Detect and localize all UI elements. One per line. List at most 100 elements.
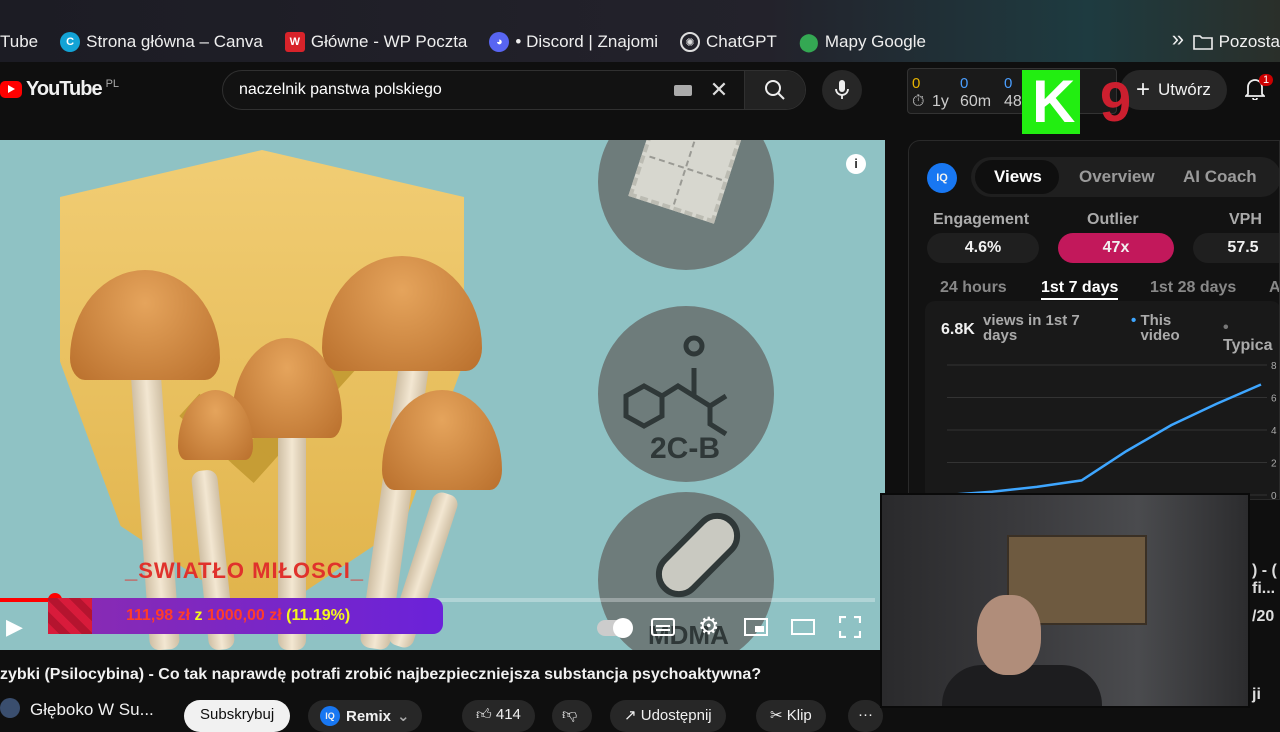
like-button[interactable]: 👍︎ 414 <box>462 700 535 732</box>
clip-button[interactable]: ✂ Klip <box>756 700 826 732</box>
bookmark-youtube[interactable]: Tube <box>0 32 38 52</box>
create-button[interactable]: + Utwórz <box>1120 70 1227 110</box>
tab-overview[interactable]: Overview <box>1079 167 1155 187</box>
like-count: 414 <box>495 706 521 723</box>
tab-views[interactable]: Views <box>994 167 1042 187</box>
stat-count: 0 <box>912 75 921 92</box>
k-logo-letter: K <box>1032 68 1076 135</box>
share-label: Udostępnij <box>640 707 712 724</box>
remix-label: Remix <box>346 707 392 725</box>
mushroom-illustration <box>60 256 520 650</box>
stamp-illustration <box>598 140 774 270</box>
metric-value-vph: 57.5 <box>1193 233 1279 263</box>
microphone-icon <box>835 80 849 99</box>
bookmark-canva[interactable]: C Strona główna – Canva <box>60 32 263 52</box>
clock-icon: ⏱ <box>912 93 925 110</box>
video-player[interactable]: 2C-B MDMA i _SWIATŁO MIŁOSCI_ 111,98 zł … <box>0 140 885 650</box>
fullscreen-icon[interactable] <box>839 616 861 638</box>
folder-icon <box>1192 35 1213 50</box>
chevron-down-icon: ⌄ <box>397 708 410 725</box>
bookmark-label: • Discord | Znajomi <box>515 32 659 51</box>
subtitles-icon[interactable] <box>651 618 675 636</box>
remix-button[interactable]: IQ Remix ⌄ <box>308 700 422 732</box>
period-1st-7-days[interactable]: 1st 7 days <box>1041 279 1119 300</box>
region-code: PL <box>105 77 120 90</box>
bookmark-discord[interactable]: ◕ • Discord | Znajomi <box>489 32 658 52</box>
stat-time: 1y <box>932 93 949 110</box>
bookmark-label: Mapy Google <box>824 32 926 51</box>
maps-pin-icon: ⬤ <box>798 31 819 52</box>
bookmarks-bar: Tube C Strona główna – Canva W Główne - WP… <box>0 0 1280 62</box>
channel-actions-row: Głęboko W Su... Subskrybuj IQ Remix ⌄ 👍︎… <box>0 698 883 732</box>
sidebar-snippet: ji <box>1252 686 1261 703</box>
chatgpt-icon: ✺ <box>680 32 701 52</box>
notifications-button[interactable]: 1 <box>1243 74 1274 106</box>
share-icon: ↗ <box>624 707 637 724</box>
plus-icon: + <box>1136 76 1151 103</box>
subscribe-button[interactable]: Subskrybuj <box>184 700 291 732</box>
youtube-header: YouTube PL ✕ 0 0 0 ⏱ 1y 60m 48 + Utwórz … <box>0 62 1280 120</box>
y-tick-label: 4 <box>1271 426 1277 437</box>
metric-label-engagement: Engagement <box>933 211 1030 228</box>
clip-label: Klip <box>786 707 812 724</box>
more-actions-button[interactable]: ··· <box>848 700 883 732</box>
tab-ai-coach[interactable]: AI Coach <box>1183 167 1257 187</box>
miniplayer-icon[interactable] <box>744 618 768 636</box>
autoplay-toggle[interactable] <box>597 618 633 638</box>
vidiq-panel: IQ Views Overview AI Coach Engagement Ou… <box>908 140 1280 500</box>
bookmark-chatgpt[interactable]: ✺ ChatGPT <box>680 32 777 52</box>
metric-value-outlier: 47x <box>1058 233 1174 263</box>
vidiq-icon: IQ <box>320 706 340 726</box>
search-button[interactable] <box>744 71 805 109</box>
sidebar-snippet: /20 <box>1252 608 1275 625</box>
theater-mode-icon[interactable] <box>791 618 815 636</box>
create-label: Utwórz <box>1158 80 1211 99</box>
channel-name[interactable]: Głęboko W Su... <box>30 700 154 720</box>
canva-icon: C <box>60 32 81 52</box>
bookmark-maps[interactable]: ⬤ Mapy Google <box>799 32 926 52</box>
period-24-hours[interactable]: 24 hours <box>940 279 1007 297</box>
bookmark-wp[interactable]: W Główne - WP Poczta <box>284 32 467 52</box>
logo-text: YouTube <box>26 78 103 100</box>
youtube-logo[interactable]: YouTube PL <box>0 78 119 101</box>
stat-time: 60m <box>960 93 992 110</box>
metric-label-outlier: Outlier <box>1087 211 1139 228</box>
dislike-button[interactable]: 👎︎ <box>552 700 592 732</box>
webcam-overlay <box>880 493 1250 708</box>
settings-gear-icon[interactable]: ⚙ <box>698 612 720 641</box>
stat-count: 0 <box>1004 75 1013 92</box>
molecule-illustration: 2C-B <box>598 306 774 482</box>
extension-stats[interactable]: 0 0 0 ⏱ 1y 60m 48 <box>907 68 1117 114</box>
youtube-play-icon <box>0 81 22 98</box>
player-controls: ▶ ⚙ <box>0 610 885 650</box>
share-button[interactable]: ↗ Udostępnij <box>610 700 726 732</box>
vidiq-tabs: Views Overview AI Coach <box>971 157 1279 197</box>
stat-time: 48 <box>1004 93 1022 110</box>
search-input[interactable] <box>223 81 675 99</box>
y-tick-label: 2 <box>1271 459 1277 470</box>
vidiq-logo: IQ <box>927 163 957 193</box>
bookmark-label: ChatGPT <box>706 32 777 51</box>
folder-label: Pozosta <box>1218 32 1280 51</box>
voice-search-button[interactable] <box>822 70 862 110</box>
metric-label-vph: VPH <box>1229 211 1262 228</box>
clear-icon[interactable]: ✕ <box>710 77 728 103</box>
y-tick-label: 0 <box>1271 491 1277 500</box>
scissors-icon: ✂ <box>770 707 783 724</box>
more-bookmarks-icon[interactable]: » <box>1172 26 1184 52</box>
play-icon[interactable]: ▶ <box>6 614 23 640</box>
info-icon[interactable]: i <box>846 154 866 174</box>
k-logo-overlay: K <box>1022 70 1080 134</box>
keyboard-icon[interactable] <box>674 84 692 96</box>
channel-avatar[interactable] <box>0 698 20 718</box>
views-line-chart: 864207D <box>946 361 1277 500</box>
period-more[interactable]: A <box>1269 279 1279 297</box>
thumbs-up-icon: 👍︎ <box>476 706 492 723</box>
views-chart-card: 6.8K views in 1st 7 days • This video • … <box>925 301 1279 500</box>
period-1st-28-days[interactable]: 1st 28 days <box>1150 279 1236 297</box>
stream-overlay-title: _SWIATŁO MIŁOSCI_ <box>125 558 365 583</box>
bookmark-folder[interactable]: Pozosta <box>1192 32 1280 52</box>
bookmark-label: Strona główna – Canva <box>86 32 263 51</box>
wp-icon: W <box>284 32 305 52</box>
label-2cb: 2C-B <box>650 432 721 465</box>
